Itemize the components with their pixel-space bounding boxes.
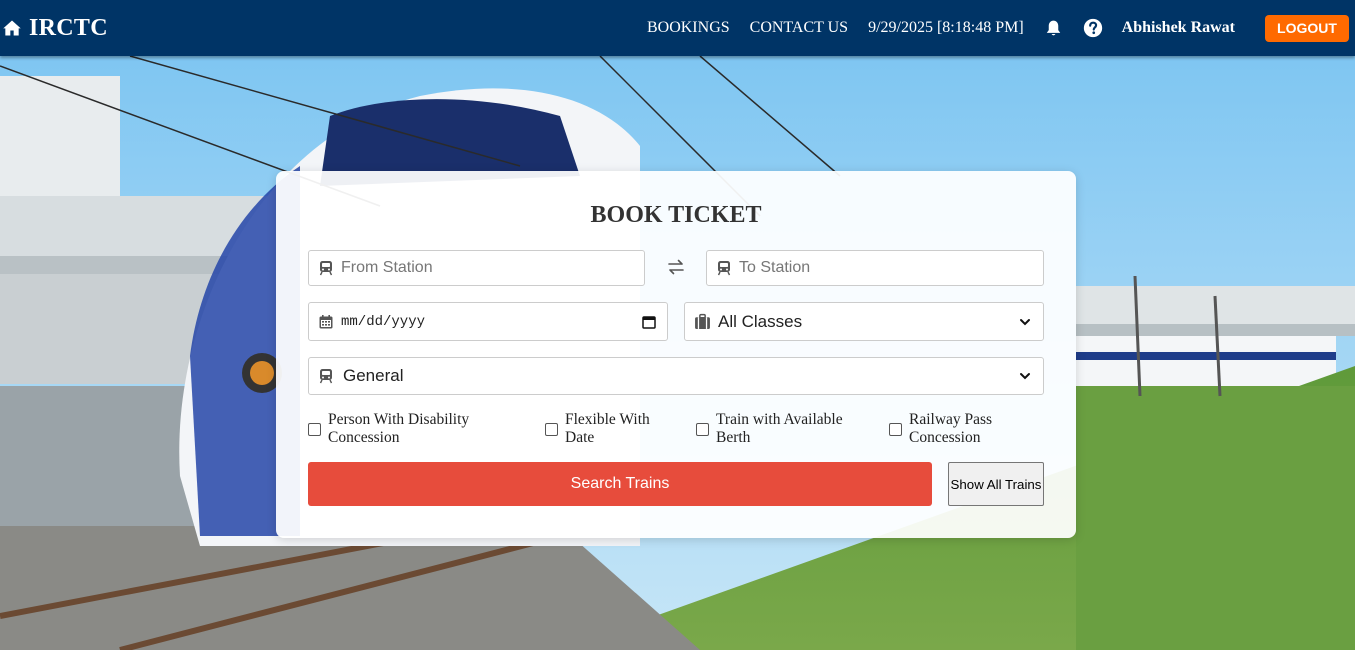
checkbox-label: Person With Disability Concession — [328, 411, 470, 446]
quota-selected-value: General — [343, 366, 404, 385]
from-station-input[interactable]: From Station — [308, 250, 645, 286]
checkbox-box[interactable] — [889, 422, 902, 436]
current-datetime: 9/29/2025 [8:18:48 PM] — [868, 19, 1024, 36]
bookings-link[interactable]: BOOKINGS — [647, 19, 730, 37]
quota-select[interactable]: General — [308, 357, 1044, 395]
train-icon — [717, 261, 731, 276]
journey-date-input[interactable]: mm/dd/yyyy — [308, 302, 668, 341]
nav-right-group: BOOKINGS CONTACT US 9/29/2025 [8:18:48 P… — [647, 0, 1355, 56]
disability-concession-checkbox[interactable]: Person With Disability Concession — [308, 411, 469, 447]
chevron-down-icon — [1020, 373, 1030, 380]
suitcase-icon — [695, 313, 710, 329]
logout-button[interactable]: LOGOUT — [1265, 14, 1349, 42]
to-station-placeholder: To Station — [739, 259, 811, 276]
card-title: BOOK TICKET — [590, 202, 762, 228]
book-ticket-card: BOOK TICKET From Station To Station mm/d… — [276, 171, 1076, 538]
train-icon — [319, 261, 333, 276]
brand-name: IRCTC — [29, 14, 108, 41]
chevron-down-icon — [1020, 318, 1030, 325]
calendar-icon — [319, 314, 333, 328]
show-all-trains-button[interactable]: Show All Trains — [948, 462, 1044, 506]
checkbox-box[interactable] — [308, 422, 321, 436]
swap-stations-icon[interactable] — [667, 258, 685, 276]
contact-us-link[interactable]: CONTACT US — [750, 19, 848, 37]
checkbox-label: Railway Pass Concession — [909, 411, 993, 446]
available-berth-checkbox[interactable]: Train with Available Berth — [696, 411, 843, 447]
search-trains-button[interactable]: Search Trains — [308, 462, 932, 506]
to-station-input[interactable]: To Station — [706, 250, 1044, 286]
railway-pass-checkbox[interactable]: Railway Pass Concession — [889, 411, 992, 447]
date-picker-icon[interactable] — [642, 315, 656, 329]
flexible-date-checkbox[interactable]: Flexible With Date — [545, 411, 650, 447]
checkbox-box[interactable] — [696, 422, 709, 436]
help-icon[interactable] — [1083, 18, 1103, 38]
class-select[interactable]: All Classes — [684, 302, 1044, 341]
class-selected-value: All Classes — [718, 311, 803, 331]
train-icon — [319, 369, 333, 384]
date-placeholder: mm/dd/yyyy — [341, 313, 426, 330]
top-navbar: IRCTC BOOKINGS CONTACT US 9/29/2025 [8:1… — [0, 0, 1355, 56]
bell-icon[interactable] — [1044, 18, 1064, 38]
brand-home-link[interactable]: IRCTC — [2, 15, 108, 42]
user-name: Abhishek Rawat — [1121, 19, 1235, 36]
checkbox-box[interactable] — [545, 422, 558, 436]
concession-checkboxes: Person With Disability Concession Flexibl… — [308, 411, 1048, 447]
checkbox-label: Flexible With Date — [565, 411, 650, 446]
home-icon — [3, 20, 21, 36]
from-station-placeholder: From Station — [341, 259, 433, 276]
checkbox-label: Train with Available Berth — [716, 411, 843, 446]
